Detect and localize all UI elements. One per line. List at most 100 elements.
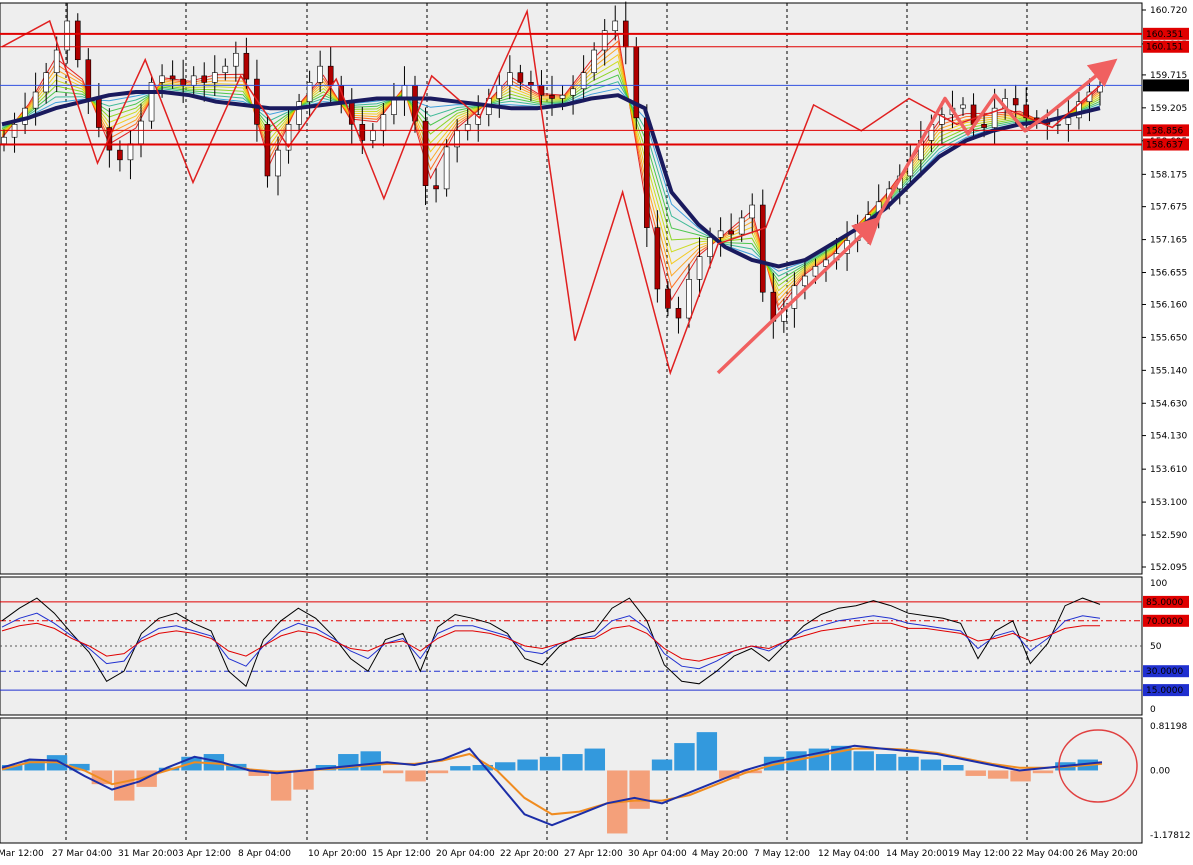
macd-histogram-bar — [1032, 770, 1054, 774]
macd-histogram-bar — [696, 732, 718, 771]
price-level-label: 158.856 — [1146, 126, 1183, 136]
y-tick-label: 159.205 — [1150, 104, 1187, 114]
candle-body — [201, 75, 208, 83]
price-level-label: 159.552 — [1146, 81, 1183, 91]
price-level-label: 158.637 — [1146, 141, 1183, 151]
macd-histogram-bar — [405, 770, 426, 782]
y-tick-label: 153.100 — [1150, 498, 1187, 508]
candle-body — [717, 230, 724, 238]
candle-body — [433, 185, 439, 190]
candle-body — [391, 98, 397, 115]
candle-body — [559, 94, 566, 99]
candle-body — [570, 88, 576, 96]
x-tick-label: 8 Apr 04:00 — [238, 849, 291, 859]
macd-histogram-bar — [24, 759, 45, 771]
macd-histogram-bar — [875, 754, 897, 771]
candle-body — [612, 20, 619, 31]
x-tick-label: 19 May 12:00 — [948, 849, 1010, 859]
x-tick-label: 26 May 20:00 — [1076, 849, 1138, 859]
candle-body — [496, 85, 503, 99]
x-tick-label: Mar 12:00 — [0, 849, 44, 859]
y-tick-label: 154.130 — [1150, 432, 1187, 442]
x-tick-label: 3 Apr 12:00 — [178, 849, 231, 859]
candle-body — [1, 136, 7, 144]
candle-body — [211, 72, 218, 83]
candle-body — [738, 217, 745, 235]
candle-body — [43, 72, 49, 93]
y-tick-label: 152.095 — [1150, 563, 1187, 573]
macd-histogram-bar — [450, 766, 471, 771]
macd-histogram-bar — [1010, 770, 1031, 782]
candle-body — [644, 117, 650, 228]
candle-body — [159, 75, 165, 83]
candle-body — [960, 104, 966, 109]
candle-body — [981, 124, 987, 128]
candle-body — [359, 124, 366, 141]
macd-histogram-bar — [987, 770, 1009, 779]
macd-histogram-bar — [584, 748, 606, 771]
candle-body — [74, 20, 81, 61]
x-tick-label: 27 Mar 04:00 — [52, 849, 112, 859]
macd-histogram-bar — [382, 770, 404, 774]
candle-body — [1065, 117, 1072, 125]
candle-body — [507, 72, 513, 86]
candle-body — [802, 275, 808, 287]
candle-body — [327, 65, 334, 86]
osc-level-label: 85.0000 — [1146, 598, 1183, 608]
price-level-label: 160.351 — [1146, 30, 1183, 40]
candle-body — [190, 75, 197, 86]
x-tick-label: 30 Apr 04:00 — [628, 849, 687, 859]
macd-y-tick-label: -1.17812 — [1150, 831, 1190, 841]
x-tick-label: 20 Apr 04:00 — [436, 849, 495, 859]
y-tick-label: 159.715 — [1150, 71, 1187, 81]
x-tick-label: 22 Apr 20:00 — [500, 849, 559, 859]
panel-background-3 — [0, 717, 1143, 844]
candle-body — [686, 278, 692, 319]
macd-histogram-bar — [674, 743, 695, 771]
candle-body — [580, 72, 587, 90]
x-tick-label: 15 Apr 12:00 — [372, 849, 431, 859]
candle-body — [96, 98, 102, 128]
x-tick-label: 10 Apr 20:00 — [308, 849, 367, 859]
osc-y-tick-label: 100 — [1150, 579, 1167, 589]
macd-histogram-bar — [651, 759, 673, 771]
candle-body — [812, 266, 819, 277]
candle-body — [633, 46, 640, 119]
candle-body — [64, 20, 71, 51]
candle-body — [85, 59, 92, 99]
candle-body — [117, 149, 123, 161]
x-tick-label: 4 May 20:00 — [692, 849, 748, 859]
candle-body — [169, 75, 176, 80]
macd-y-tick-label: 0.00 — [1150, 766, 1170, 776]
x-tick-label: 12 May 04:00 — [818, 849, 880, 859]
y-tick-label: 156.655 — [1150, 269, 1187, 279]
y-tick-label: 156.160 — [1150, 300, 1187, 310]
macd-y-tick-label: 0.81198 — [1150, 722, 1187, 732]
y-tick-label: 158.175 — [1150, 170, 1187, 180]
candle-body — [591, 49, 597, 73]
candle-body — [1012, 98, 1019, 106]
x-tick-label: 31 Mar 20:00 — [118, 849, 178, 859]
osc-level-label: 15.0000 — [1146, 686, 1183, 696]
chart-area: 160.720160.195159.715159.205158.695158.1… — [0, 0, 1193, 861]
macd-histogram-bar — [494, 762, 516, 771]
x-tick-label: 14 May 20:00 — [886, 849, 948, 859]
candle-body — [380, 114, 387, 132]
chart-svg: 160.720160.195159.715159.205158.695158.1… — [0, 1, 1190, 859]
candle-body — [233, 52, 239, 67]
candle-body — [296, 101, 302, 125]
price-level-label: 160.151 — [1146, 43, 1183, 53]
macd-histogram-bar — [920, 759, 942, 771]
macd-histogram-bar — [539, 756, 561, 771]
x-tick-label: 27 Apr 12:00 — [564, 849, 623, 859]
osc-level-label: 70.0000 — [1146, 617, 1183, 627]
y-tick-label: 157.675 — [1150, 203, 1187, 213]
osc-y-tick-label: 50 — [1150, 642, 1162, 652]
candle-body — [517, 72, 524, 83]
osc-y-tick-label: 0 — [1150, 705, 1156, 715]
candle-body — [443, 146, 450, 190]
candle-body — [222, 65, 229, 73]
candle-body — [264, 124, 271, 177]
macd-histogram-bar — [360, 751, 381, 771]
y-tick-label: 157.165 — [1150, 236, 1187, 246]
